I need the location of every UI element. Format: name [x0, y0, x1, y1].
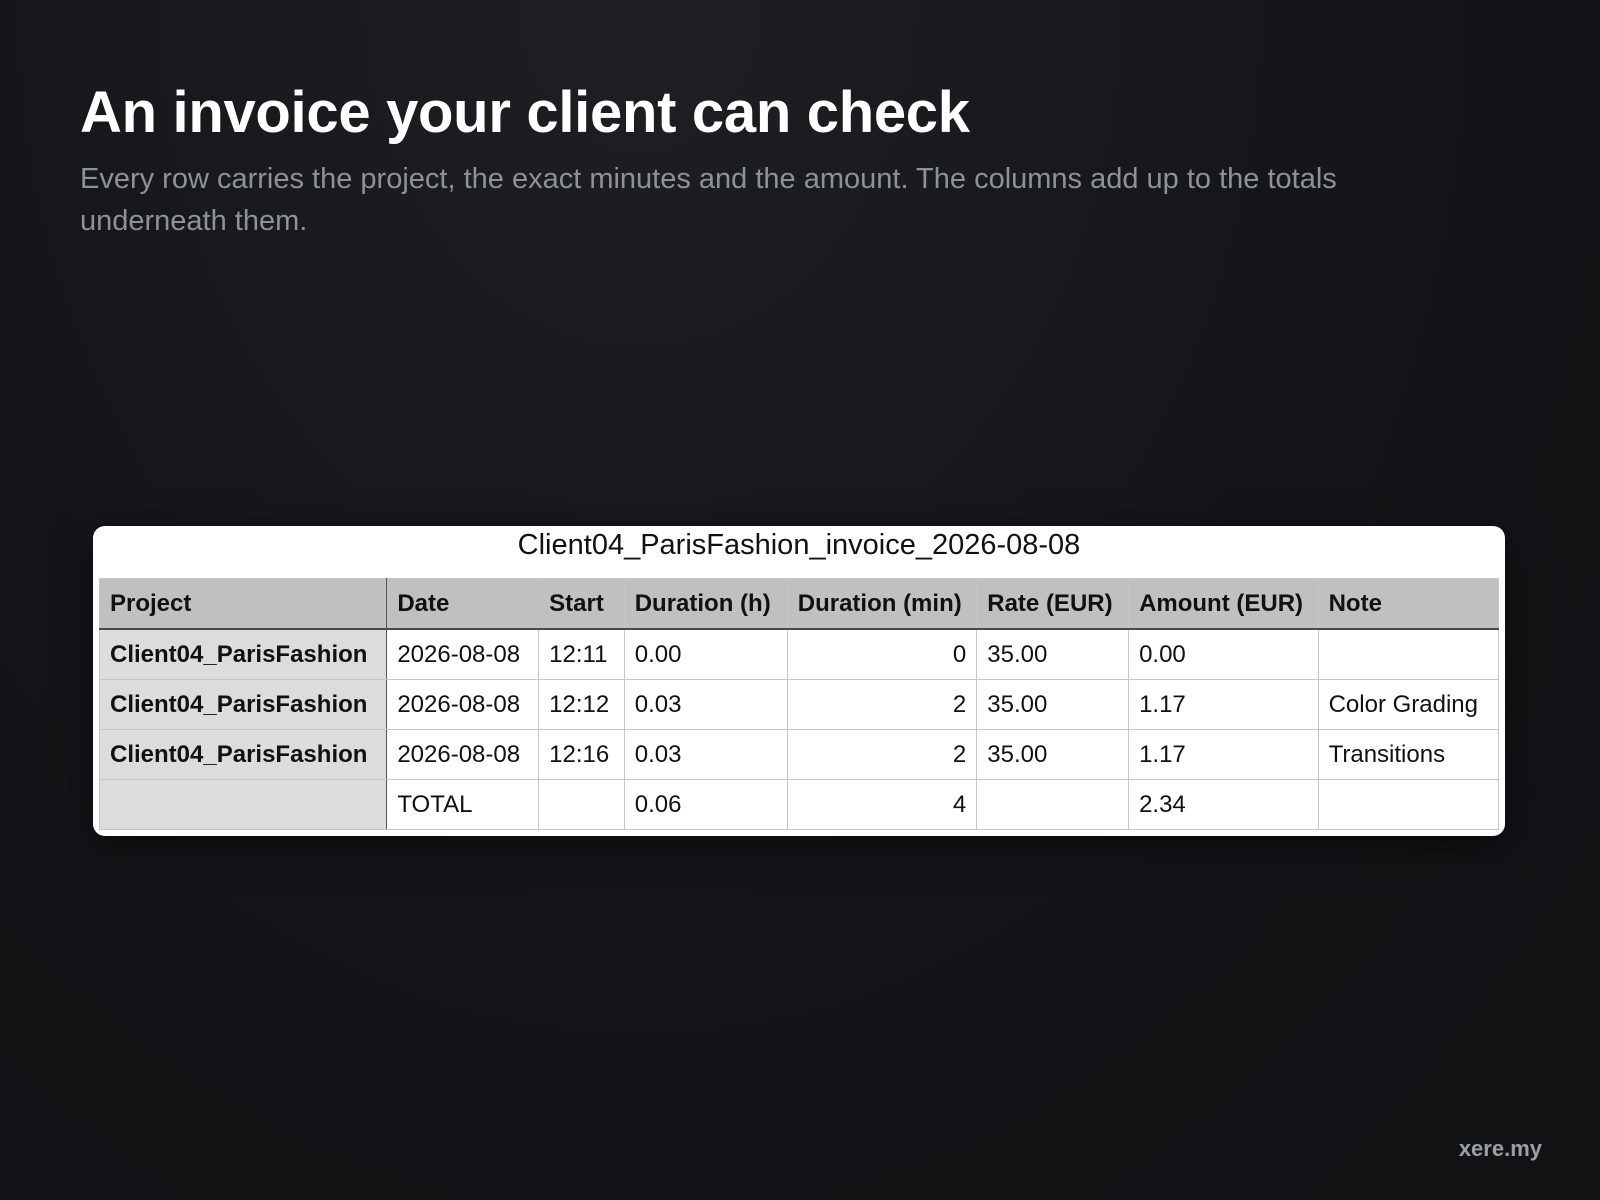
column-header-date[interactable]: Date	[386, 578, 540, 630]
invoice-title: Client04_ParisFashion_invoice_2026-08-08	[517, 529, 1081, 561]
total-duration-min-cell[interactable]: 4	[786, 779, 978, 830]
column-header-duration-min[interactable]: Duration (min)	[786, 578, 978, 630]
total-start-cell[interactable]	[538, 779, 625, 830]
brand-watermark: xere.my	[1458, 1136, 1542, 1161]
column-header-duration-h[interactable]: Duration (h)	[623, 578, 788, 630]
invoice-spreadsheet: Client04_ParisFashion_invoice_2026-08-08…	[93, 526, 1505, 836]
page-headline: An invoice your client can check	[80, 80, 970, 145]
table-row: Client04_ParisFashion 2026-08-08 12:16 0…	[98, 729, 1500, 780]
amount-cell[interactable]: 1.17	[1128, 679, 1319, 730]
amount-cell[interactable]: 0.00	[1128, 628, 1319, 680]
duration-min-cell[interactable]: 2	[786, 679, 978, 730]
amount-cell[interactable]: 1.17	[1128, 729, 1319, 780]
total-amount-cell[interactable]: 2.34	[1128, 779, 1319, 830]
date-cell[interactable]: 2026-08-08	[386, 679, 540, 730]
rate-cell[interactable]: 35.00	[976, 628, 1130, 680]
column-header-note[interactable]: Note	[1317, 578, 1500, 630]
date-cell[interactable]: 2026-08-08	[386, 729, 540, 780]
note-cell[interactable]: Color Grading	[1317, 679, 1500, 730]
column-header-amount[interactable]: Amount (EUR)	[1128, 578, 1319, 630]
table-row: Client04_ParisFashion 2026-08-08 12:11 0…	[98, 628, 1500, 680]
page-subheadline: Every row carries the project, the exact…	[80, 163, 1337, 237]
rate-cell[interactable]: 35.00	[976, 679, 1130, 730]
invoice-table: Project Date Start Duration (h) Duration…	[98, 578, 1500, 830]
note-cell[interactable]: Transitions	[1317, 729, 1500, 780]
column-header-start[interactable]: Start	[538, 578, 625, 630]
column-header-rate[interactable]: Rate (EUR)	[976, 578, 1130, 630]
note-cell[interactable]	[1317, 628, 1500, 680]
project-cell[interactable]: Client04_ParisFashion	[98, 628, 388, 680]
total-row: TOTAL 0.06 4 2.34	[98, 779, 1500, 830]
total-duration-h-cell[interactable]: 0.06	[623, 779, 788, 830]
start-cell[interactable]: 12:11	[538, 628, 625, 680]
duration-h-cell[interactable]: 0.03	[623, 679, 788, 730]
duration-min-cell[interactable]: 0	[786, 628, 978, 680]
duration-h-cell[interactable]: 0.00	[623, 628, 788, 680]
total-note-cell[interactable]	[1317, 779, 1500, 830]
total-rate-cell[interactable]	[976, 779, 1130, 830]
rate-cell[interactable]: 35.00	[976, 729, 1130, 780]
table-header-row: Project Date Start Duration (h) Duration…	[98, 578, 1500, 630]
duration-h-cell[interactable]: 0.03	[623, 729, 788, 780]
start-cell[interactable]: 12:12	[538, 679, 625, 730]
total-label-cell[interactable]: TOTAL	[386, 779, 540, 830]
project-cell[interactable]: Client04_ParisFashion	[98, 679, 388, 730]
duration-min-cell[interactable]: 2	[786, 729, 978, 780]
project-cell[interactable]: Client04_ParisFashion	[98, 729, 388, 780]
start-cell[interactable]: 12:16	[538, 729, 625, 780]
date-cell[interactable]: 2026-08-08	[386, 628, 540, 680]
table-row: Client04_ParisFashion 2026-08-08 12:12 0…	[98, 679, 1500, 730]
total-project-cell[interactable]	[98, 779, 388, 830]
column-header-project[interactable]: Project	[98, 578, 388, 630]
